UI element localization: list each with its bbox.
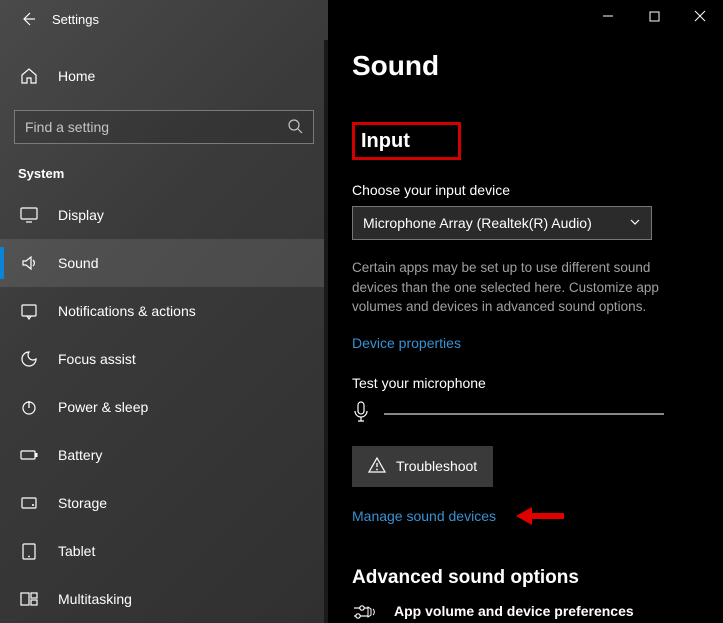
sidebar: Settings Home Find a setting System Disp… [0,0,328,623]
sidebar-item-sound[interactable]: Sound [0,239,328,287]
annotation-arrow-icon [514,505,564,527]
troubleshoot-label: Troubleshoot [396,458,477,474]
close-button[interactable] [677,0,723,32]
window-controls [585,0,723,32]
multitask-icon [18,590,40,608]
sidebar-item-label: Focus assist [58,351,136,367]
chevron-down-icon [629,215,641,231]
minimize-icon [602,10,614,22]
content-pane: Sound Input Choose your input device Mic… [328,0,723,623]
tablet-icon [18,542,40,560]
sound-icon [18,254,40,272]
app-volume-row[interactable]: App volume and device preferences Custom… [352,603,699,623]
page-title: Sound [352,50,699,82]
troubleshoot-button[interactable]: Troubleshoot [352,446,493,487]
battery-icon [18,446,40,464]
input-device-dropdown[interactable]: Microphone Array (Realtek(R) Audio) [352,206,652,240]
sidebar-item-label: Tablet [58,543,95,559]
app-volume-title: App volume and device preferences [394,603,699,619]
microphone-icon [352,401,370,428]
input-note: Certain apps may be set up to use differ… [352,258,699,317]
input-device-selected: Microphone Array (Realtek(R) Audio) [363,215,592,231]
search-icon [287,118,303,137]
focus-icon [18,350,40,368]
sidebar-item-label: Battery [58,447,102,463]
search-input[interactable]: Find a setting [14,110,314,144]
sidebar-item-label: Display [58,207,104,223]
device-properties-link[interactable]: Device properties [352,335,461,351]
choose-input-label: Choose your input device [352,182,699,198]
home-icon [18,67,40,85]
sidebar-item-label: Power & sleep [58,399,148,415]
sidebar-item-label: Storage [58,495,107,511]
home-label: Home [58,68,95,84]
minimize-button[interactable] [585,0,631,32]
manage-sound-devices-link[interactable]: Manage sound devices [352,508,496,524]
test-mic-label: Test your microphone [352,375,699,391]
sidebar-item-label: Sound [58,255,98,271]
window-title: Settings [52,12,99,27]
notify-icon [18,302,40,320]
maximize-icon [649,11,660,22]
storage-icon [18,494,40,512]
sidebar-header: Settings [0,0,328,38]
sidebar-item-label: Notifications & actions [58,303,196,319]
sidebar-nav: Display Sound Notifications & actions Focus… [0,191,328,623]
sidebar-item-multitask[interactable]: Multitasking [0,575,328,623]
warning-icon [368,456,386,477]
arrow-left-icon [20,11,36,27]
display-icon [18,206,40,224]
sidebar-item-power[interactable]: Power & sleep [0,383,328,431]
maximize-button[interactable] [631,0,677,32]
sidebar-home[interactable]: Home [0,56,328,96]
sidebar-item-battery[interactable]: Battery [0,431,328,479]
sidebar-item-tablet[interactable]: Tablet [0,527,328,575]
mic-level-bar [384,413,664,415]
sidebar-item-label: Multitasking [58,591,132,607]
input-section-header: Input [352,122,461,160]
power-icon [18,398,40,416]
section-label: System [18,166,310,181]
back-button[interactable] [10,1,46,37]
mic-test-row [352,401,699,428]
sliders-icon [352,603,378,623]
sidebar-item-notify[interactable]: Notifications & actions [0,287,328,335]
advanced-heading: Advanced sound options [352,567,699,589]
sidebar-item-storage[interactable]: Storage [0,479,328,527]
search-placeholder: Find a setting [25,119,109,135]
sidebar-item-focus[interactable]: Focus assist [0,335,328,383]
close-icon [694,10,706,22]
sidebar-item-display[interactable]: Display [0,191,328,239]
